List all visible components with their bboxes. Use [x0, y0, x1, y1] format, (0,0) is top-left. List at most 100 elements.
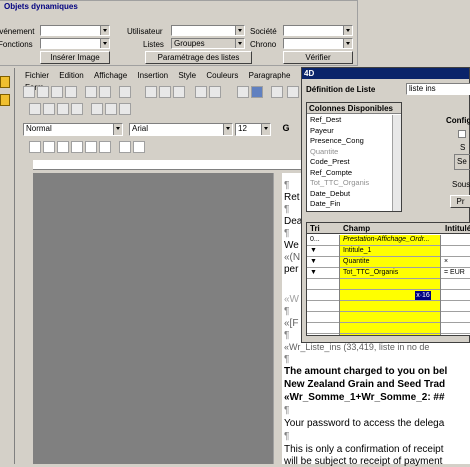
- border-all-icon[interactable]: [119, 141, 131, 153]
- table-row[interactable]: ▼ Intitule_1: [307, 246, 470, 257]
- justify-icon[interactable]: [71, 103, 83, 115]
- doc-line-ret: Ret: [284, 192, 300, 203]
- evenement-combo[interactable]: [40, 25, 110, 36]
- dialog-name-input[interactable]: liste ins: [406, 83, 470, 95]
- align-left-icon[interactable]: [29, 103, 41, 115]
- spell-icon[interactable]: [99, 86, 111, 98]
- undo-icon[interactable]: [195, 86, 207, 98]
- dynamic-objects-panel: Objets dynamiques Événement Utilisateur …: [0, 0, 470, 68]
- pilcrow-icon[interactable]: [237, 86, 249, 98]
- clock-icon[interactable]: [271, 86, 283, 98]
- toolbar-borders: [19, 141, 219, 155]
- table-row[interactable]: ▼ Quantite ×: [307, 257, 470, 268]
- new-icon[interactable]: [23, 86, 35, 98]
- list-definition-dialog: 4D Définition de Liste liste ins Colonne…: [301, 67, 470, 343]
- societe-combo[interactable]: [283, 25, 353, 36]
- left-tool-strip: [0, 70, 12, 130]
- 4d-icon: 4D: [304, 69, 315, 78]
- column-item[interactable]: Quantite: [307, 147, 392, 158]
- fonctions-combo[interactable]: [40, 38, 110, 49]
- indent-icon[interactable]: [91, 103, 103, 115]
- doc-line-nz: New Zealand Grain and Seed Trad: [284, 379, 446, 390]
- border-inner-icon[interactable]: [133, 141, 145, 153]
- row-champ[interactable]: Intitule_1: [343, 246, 439, 256]
- row-intitule[interactable]: ×: [444, 257, 448, 267]
- pr-button[interactable]: Pr: [450, 195, 470, 208]
- menu-insertion[interactable]: Insertion: [137, 70, 168, 82]
- column-item[interactable]: Presence_Cong: [307, 136, 392, 147]
- column-item[interactable]: Ref_Compte: [307, 168, 392, 179]
- preview-icon[interactable]: [85, 86, 97, 98]
- table-icon[interactable]: [251, 86, 263, 98]
- row-tri[interactable]: ▼: [310, 268, 317, 278]
- header-intitule: Intitulé: [445, 224, 470, 233]
- column-item[interactable]: Payeur: [307, 126, 392, 137]
- menu-couleurs[interactable]: Couleurs: [206, 70, 238, 82]
- align-center-icon[interactable]: [43, 103, 55, 115]
- inserer-image-button[interactable]: Insérer Image: [40, 51, 110, 64]
- border-box-icon[interactable]: [99, 141, 111, 153]
- paste-icon[interactable]: [173, 86, 185, 98]
- column-item[interactable]: Ref_Dest: [307, 115, 392, 126]
- bold-button[interactable]: G: [279, 123, 293, 136]
- config-se-box[interactable]: Se: [454, 154, 470, 170]
- table-row[interactable]: [307, 301, 470, 312]
- open-icon[interactable]: [37, 86, 49, 98]
- listes-label: Listes: [143, 40, 164, 49]
- row-champ[interactable]: Prestation-Affichage_Ordr...: [343, 235, 439, 245]
- table-row[interactable]: [307, 290, 470, 301]
- listes-combo[interactable]: Groupes: [171, 38, 245, 49]
- style-select[interactable]: Normal: [23, 123, 123, 136]
- row-intitule[interactable]: = EUR: [444, 268, 465, 278]
- columns-scrollbar[interactable]: [392, 115, 401, 211]
- selected-cell[interactable]: x·16: [415, 291, 431, 300]
- redo-icon[interactable]: [209, 86, 221, 98]
- table-header: Tri Champ Intitulé: [307, 223, 470, 234]
- config-checkbox[interactable]: [458, 130, 466, 138]
- border-right-icon[interactable]: [57, 141, 69, 153]
- chrono-combo[interactable]: [283, 38, 353, 49]
- align-right-icon[interactable]: [57, 103, 69, 115]
- parametrage-listes-button[interactable]: Paramétrage des listes: [145, 51, 252, 64]
- row-tri[interactable]: ▼: [310, 257, 317, 267]
- menu-affichage[interactable]: Affichage: [94, 70, 127, 82]
- border-top-icon[interactable]: [71, 141, 83, 153]
- border-none-icon[interactable]: [29, 141, 41, 153]
- row-champ[interactable]: Tot_TTC_Organis: [343, 268, 439, 278]
- copy-icon[interactable]: [159, 86, 171, 98]
- menu-edition[interactable]: Edition: [59, 70, 83, 82]
- menu-fichier[interactable]: Fichier: [25, 70, 49, 82]
- column-item[interactable]: Code_Prest: [307, 157, 392, 168]
- table-row[interactable]: [307, 279, 470, 290]
- border-left-icon[interactable]: [43, 141, 55, 153]
- row-tri[interactable]: ▼: [310, 246, 317, 256]
- font-select[interactable]: Arial: [129, 123, 233, 136]
- utilisateur-combo[interactable]: [171, 25, 245, 36]
- pilcrow-2: ¶: [284, 204, 290, 215]
- list-icon[interactable]: [0, 94, 10, 106]
- column-item[interactable]: Date_Fin: [307, 199, 392, 210]
- line-spacing-icon[interactable]: [119, 103, 131, 115]
- cut-icon[interactable]: [145, 86, 157, 98]
- globe-icon[interactable]: [287, 86, 299, 98]
- border-bottom-icon[interactable]: [85, 141, 97, 153]
- menu-style[interactable]: Style: [178, 70, 196, 82]
- save-icon[interactable]: [51, 86, 63, 98]
- print-icon[interactable]: [65, 86, 77, 98]
- table-row[interactable]: ▼ Tot_TTC_Organis = EUR: [307, 268, 470, 279]
- outdent-icon[interactable]: [105, 103, 117, 115]
- toolbar-align: [19, 103, 309, 117]
- sous-label: Sous: [452, 180, 470, 189]
- pencil-icon[interactable]: [0, 76, 10, 88]
- menu-paragraphe[interactable]: Paragraphe: [249, 70, 291, 82]
- size-select[interactable]: 12: [235, 123, 271, 136]
- column-item[interactable]: Tot_TTC_Organis: [307, 178, 392, 189]
- row-tri[interactable]: 0...: [310, 235, 320, 245]
- row-champ[interactable]: Quantite: [343, 257, 439, 267]
- table-row[interactable]: [307, 312, 470, 323]
- table-row[interactable]: [307, 323, 470, 334]
- table-row[interactable]: 0... Prestation-Affichage_Ordr...: [307, 235, 470, 246]
- column-item[interactable]: Date_Debut: [307, 189, 392, 200]
- find-icon[interactable]: [119, 86, 131, 98]
- verifier-button[interactable]: Vérifier: [283, 51, 353, 64]
